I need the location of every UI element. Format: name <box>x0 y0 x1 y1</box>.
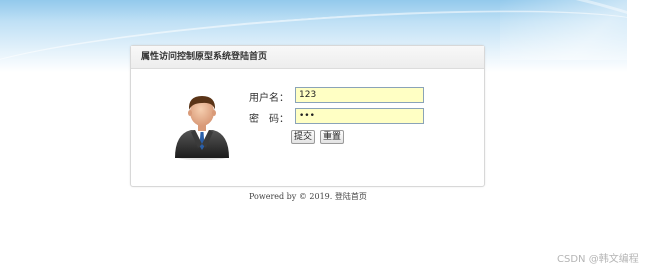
login-panel: 属性访问控制原型系统登陆首页 用户名： 123 密 码： 提交 重置 <box>130 45 485 187</box>
reset-button[interactable]: 重置 <box>320 130 345 144</box>
businessman-avatar-icon <box>171 88 233 160</box>
banner-streak <box>500 0 627 60</box>
password-input[interactable] <box>295 108 424 124</box>
username-input[interactable] <box>295 87 424 103</box>
footer-home-link[interactable]: 登陆首页 <box>335 192 367 201</box>
username-label: 用户名： <box>249 93 289 104</box>
footer: Powered by © 2019. 登陆首页 <box>249 191 367 202</box>
password-label: 密 码： <box>249 114 289 125</box>
panel-title: 属性访问控制原型系统登陆首页 <box>131 46 484 69</box>
submit-button[interactable]: 提交 <box>291 130 316 144</box>
watermark: CSDN @韩文编程 <box>557 254 639 265</box>
footer-text: Powered by © 2019. <box>249 192 333 201</box>
